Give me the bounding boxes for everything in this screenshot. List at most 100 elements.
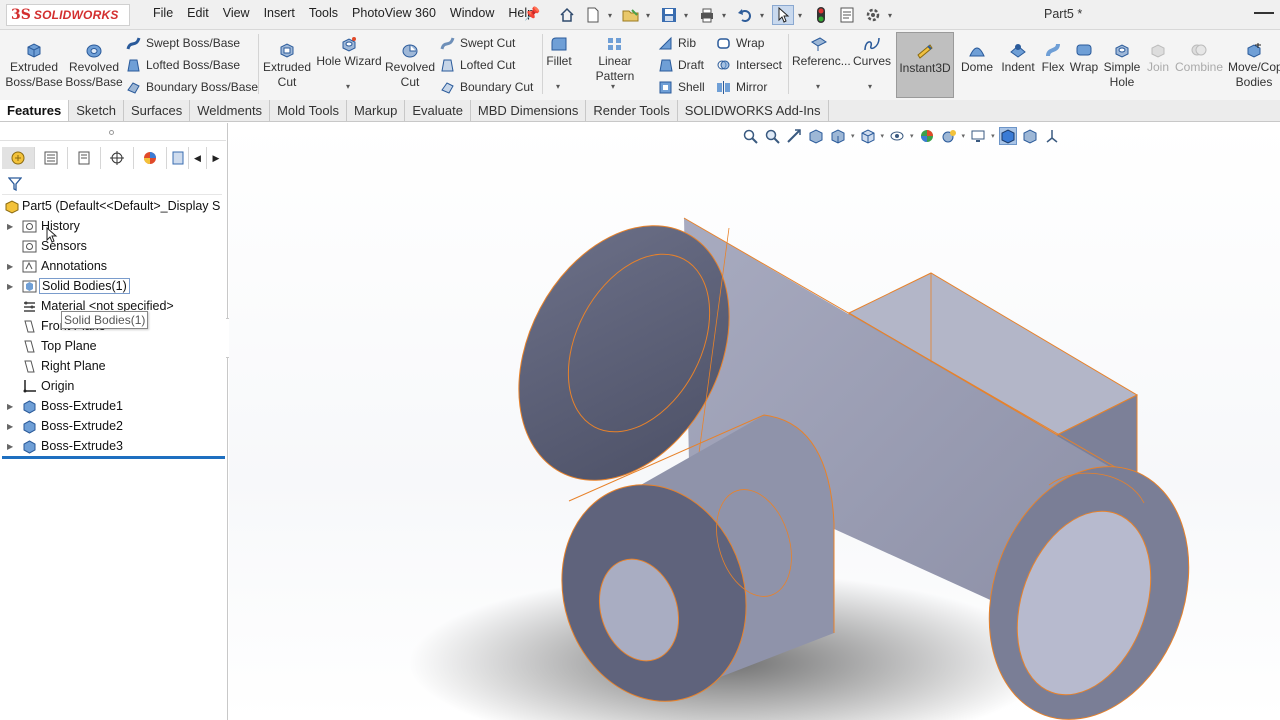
tree-item-origin[interactable]: Origin: [0, 376, 228, 396]
tab-sketch[interactable]: Sketch: [69, 100, 124, 121]
intersect-button[interactable]: Intersect: [716, 55, 782, 75]
wrap-feature-button[interactable]: Wrap: [1068, 42, 1100, 75]
feature-manager-tab-icon[interactable]: [2, 147, 35, 169]
lofted-boss-button[interactable]: Lofted Boss/Base: [126, 55, 240, 75]
tab-scroll-right-icon[interactable]: ▶: [207, 147, 225, 169]
undo-icon[interactable]: [734, 5, 756, 25]
minimize-button[interactable]: [1254, 12, 1274, 14]
tree-item-sensors[interactable]: Sensors: [0, 236, 228, 256]
menu-insert[interactable]: Insert: [257, 6, 302, 20]
configuration-manager-tab-icon[interactable]: [68, 147, 101, 169]
display-manager-tab-icon[interactable]: [134, 147, 167, 169]
chevron-down-icon[interactable]: ▾: [556, 82, 560, 91]
panel-grip-handle[interactable]: [109, 130, 114, 135]
custom-tab-icon[interactable]: [167, 147, 189, 169]
combine-button[interactable]: Combine: [1174, 42, 1224, 75]
extruded-cut-button[interactable]: Extruded Cut: [262, 42, 312, 90]
menu-edit[interactable]: Edit: [180, 6, 216, 20]
expand-arrow-icon[interactable]: ▶: [7, 222, 13, 231]
chevron-down-icon[interactable]: ▾: [816, 82, 820, 91]
mirror-button[interactable]: Mirror: [716, 77, 767, 97]
tab-scroll-left-icon[interactable]: ◀: [189, 147, 207, 169]
select-icon[interactable]: [772, 5, 794, 25]
boundary-cut-button[interactable]: Boundary Cut: [440, 77, 533, 97]
tab-solidworks-addins[interactable]: SOLIDWORKS Add-Ins: [678, 100, 829, 121]
tree-item-history[interactable]: ▶ History: [0, 216, 228, 236]
revolved-cut-button[interactable]: Revolved Cut: [384, 42, 436, 90]
tree-root-part[interactable]: Part5 (Default<<Default>_Display S: [0, 196, 228, 216]
hole-wizard-button[interactable]: Hole Wizard: [316, 36, 382, 69]
tree-filter[interactable]: [2, 173, 222, 195]
new-document-icon[interactable]: [582, 5, 604, 25]
dome-button[interactable]: Dome: [960, 42, 994, 75]
tab-evaluate[interactable]: Evaluate: [405, 100, 471, 121]
tab-surfaces[interactable]: Surfaces: [124, 100, 191, 121]
chevron-down-icon[interactable]: ▾: [798, 11, 806, 20]
instant3d-button[interactable]: Instant3D: [896, 32, 954, 98]
rib-button[interactable]: Rib: [658, 33, 696, 53]
swept-boss-button[interactable]: Swept Boss/Base: [126, 33, 240, 53]
reference-geometry-button[interactable]: Referenc...: [792, 36, 851, 69]
tree-item-top-plane[interactable]: Top Plane: [0, 336, 228, 356]
wrap-button[interactable]: Wrap: [716, 33, 764, 53]
chevron-down-icon[interactable]: ▾: [684, 11, 692, 20]
filter-icon[interactable]: [8, 177, 22, 191]
tree-item-solid-bodies[interactable]: ▶ Solid Bodies(1): [0, 276, 228, 296]
fillet-button[interactable]: Fillet: [544, 36, 574, 69]
dimxpert-tab-icon[interactable]: [101, 147, 134, 169]
print-icon[interactable]: [696, 5, 718, 25]
home-icon[interactable]: [556, 5, 578, 25]
tab-mbd-dimensions[interactable]: MBD Dimensions: [471, 100, 587, 121]
tree-item-boss-extrude2[interactable]: ▶ Boss-Extrude2: [0, 416, 228, 436]
options-icon[interactable]: [862, 5, 884, 25]
rebuild-icon[interactable]: [810, 5, 832, 25]
linear-pattern-button[interactable]: Linear Pattern: [578, 36, 652, 84]
chevron-down-icon[interactable]: ▾: [611, 82, 615, 91]
tab-mold-tools[interactable]: Mold Tools: [270, 100, 347, 121]
chevron-down-icon[interactable]: ▾: [608, 11, 616, 20]
expand-arrow-icon[interactable]: ▶: [7, 282, 13, 291]
expand-arrow-icon[interactable]: ▶: [7, 262, 13, 271]
boundary-boss-button[interactable]: Boundary Boss/Base: [126, 77, 258, 97]
tree-item-boss-extrude3[interactable]: ▶ Boss-Extrude3: [0, 436, 228, 456]
chevron-down-icon[interactable]: ▾: [760, 11, 768, 20]
swept-cut-button[interactable]: Swept Cut: [440, 33, 515, 53]
revolved-boss-button[interactable]: Revolved Boss/Base: [64, 42, 124, 90]
join-button[interactable]: Join: [1144, 42, 1172, 75]
chevron-down-icon[interactable]: ▾: [346, 82, 350, 91]
rollback-bar[interactable]: [2, 456, 225, 459]
property-manager-tab-icon[interactable]: [35, 147, 68, 169]
indent-button[interactable]: Indent: [998, 42, 1038, 75]
chevron-down-icon[interactable]: ▾: [646, 11, 654, 20]
tab-weldments[interactable]: Weldments: [190, 100, 271, 121]
tree-item-right-plane[interactable]: Right Plane: [0, 356, 228, 376]
flex-button[interactable]: Flex: [1040, 42, 1066, 75]
open-icon[interactable]: [620, 5, 642, 25]
tab-render-tools[interactable]: Render Tools: [586, 100, 678, 121]
lofted-cut-button[interactable]: Lofted Cut: [440, 55, 515, 75]
draft-button[interactable]: Draft: [658, 55, 704, 75]
tree-item-boss-extrude1[interactable]: ▶ Boss-Extrude1: [0, 396, 228, 416]
simple-hole-button[interactable]: Simple Hole: [1102, 42, 1142, 90]
expand-arrow-icon[interactable]: ▶: [7, 422, 13, 431]
save-icon[interactable]: [658, 5, 680, 25]
menu-photoview[interactable]: PhotoView 360: [345, 6, 443, 20]
chevron-down-icon[interactable]: ▾: [888, 11, 896, 20]
expand-arrow-icon[interactable]: ▶: [7, 442, 13, 451]
tab-features[interactable]: Features: [0, 100, 70, 121]
chevron-down-icon[interactable]: ▾: [722, 11, 730, 20]
tree-item-annotations[interactable]: ▶ Annotations: [0, 256, 228, 276]
solidworks-logo[interactable]: 3S SOLIDWORKS: [6, 4, 130, 26]
tab-markup[interactable]: Markup: [347, 100, 406, 121]
menu-window[interactable]: Window: [443, 6, 501, 20]
expand-arrow-icon[interactable]: ▶: [7, 402, 13, 411]
extruded-boss-button[interactable]: Extruded Boss/Base: [4, 42, 64, 90]
shell-button[interactable]: Shell: [658, 77, 705, 97]
curves-button[interactable]: Curves: [850, 36, 894, 69]
file-properties-icon[interactable]: [836, 5, 858, 25]
pin-icon[interactable]: 📌: [524, 6, 540, 22]
menu-view[interactable]: View: [216, 6, 257, 20]
move-copy-bodies-button[interactable]: Move/Cop Bodies: [1228, 42, 1280, 90]
chevron-down-icon[interactable]: ▾: [868, 82, 872, 91]
menu-tools[interactable]: Tools: [302, 6, 345, 20]
